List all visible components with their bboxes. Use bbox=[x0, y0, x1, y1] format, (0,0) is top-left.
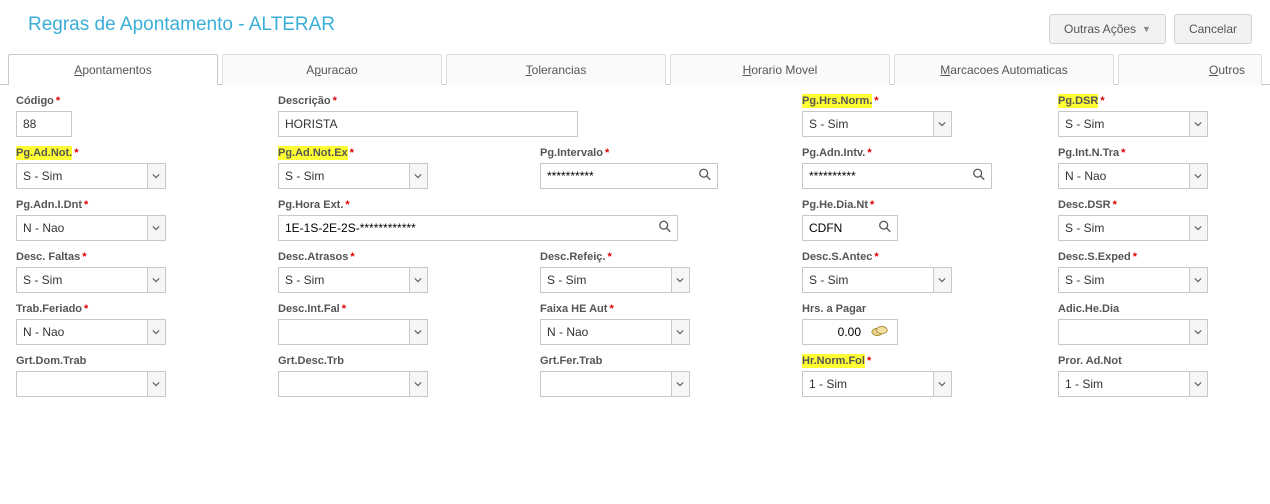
desc-atrasos-label: Desc.Atrasos bbox=[278, 251, 540, 263]
adic-he-dia-label: Adic.He.Dia bbox=[1058, 303, 1254, 315]
search-icon[interactable] bbox=[658, 220, 672, 237]
pg-adn-i-dnt-label: Pg.Adn.I.Dnt bbox=[16, 199, 278, 211]
adic-he-dia-input[interactable] bbox=[1058, 319, 1189, 345]
grt-dom-trab-input[interactable] bbox=[16, 371, 147, 397]
grt-fer-trab-label: Grt.Fer.Trab bbox=[540, 355, 802, 367]
pror-ad-not-label: Pror. Ad.Not bbox=[1058, 355, 1254, 367]
descricao-input[interactable] bbox=[278, 111, 578, 137]
desc-s-antec-label: Desc.S.Antec bbox=[802, 251, 1058, 263]
desc-s-exped-input[interactable] bbox=[1058, 267, 1189, 293]
pg-ad-not-ex-label: Pg.Ad.Not.Ex bbox=[278, 147, 540, 159]
tab-horario-movel[interactable]: Horario Movel bbox=[670, 54, 890, 85]
pg-dsr-dropdown[interactable] bbox=[1189, 111, 1208, 137]
codigo-label: Código bbox=[16, 95, 278, 107]
pg-ad-not-input[interactable] bbox=[16, 163, 147, 189]
desc-dsr-input[interactable] bbox=[1058, 215, 1189, 241]
pg-intervalo-label: Pg.Intervalo bbox=[540, 147, 802, 159]
pg-ad-not-dropdown[interactable] bbox=[147, 163, 166, 189]
desc-s-exped-label: Desc.S.Exped bbox=[1058, 251, 1254, 263]
pg-hrs-norm-label: Pg.Hrs.Norm. bbox=[802, 95, 1058, 107]
pg-hrs-norm-dropdown[interactable] bbox=[933, 111, 952, 137]
hrs-a-pagar-label: Hrs. a Pagar bbox=[802, 303, 1058, 315]
faixa-he-aut-dropdown[interactable] bbox=[671, 319, 690, 345]
hrs-a-pagar-input[interactable] bbox=[803, 320, 867, 344]
cancelar-label: Cancelar bbox=[1189, 22, 1237, 36]
hr-norm-fol-dropdown[interactable] bbox=[933, 371, 952, 397]
pg-dsr-label: Pg.DSR bbox=[1058, 95, 1254, 107]
pg-ad-not-ex-input[interactable] bbox=[278, 163, 409, 189]
pg-dsr-input[interactable] bbox=[1058, 111, 1189, 137]
outras-acoes-label: Outras Ações bbox=[1064, 22, 1136, 36]
desc-int-fal-dropdown[interactable] bbox=[409, 319, 428, 345]
pror-ad-not-input[interactable] bbox=[1058, 371, 1189, 397]
desc-refeic-label: Desc.Refeiç. bbox=[540, 251, 802, 263]
tab-marcacoes-automaticas[interactable]: Marcacoes Automaticas bbox=[894, 54, 1114, 85]
codigo-input[interactable] bbox=[16, 111, 72, 137]
desc-refeic-dropdown[interactable] bbox=[671, 267, 690, 293]
grt-fer-trab-input[interactable] bbox=[540, 371, 671, 397]
pg-ad-not-label: Pg.Ad.Not. bbox=[16, 147, 278, 159]
pg-hora-ext-input[interactable] bbox=[278, 215, 678, 241]
grt-dom-trab-label: Grt.Dom.Trab bbox=[16, 355, 278, 367]
faixa-he-aut-input[interactable] bbox=[540, 319, 671, 345]
grt-desc-trb-label: Grt.Desc.Trb bbox=[278, 355, 540, 367]
desc-atrasos-input[interactable] bbox=[278, 267, 409, 293]
pg-int-n-tra-label: Pg.Int.N.Tra bbox=[1058, 147, 1254, 159]
chevron-down-icon: ▼ bbox=[1142, 24, 1151, 34]
trab-feriado-label: Trab.Feriado bbox=[16, 303, 278, 315]
search-icon[interactable] bbox=[878, 220, 892, 237]
grt-dom-trab-dropdown[interactable] bbox=[147, 371, 166, 397]
search-icon[interactable] bbox=[698, 168, 712, 185]
desc-dsr-label: Desc.DSR bbox=[1058, 199, 1254, 211]
outras-acoes-button[interactable]: Outras Ações ▼ bbox=[1049, 14, 1166, 44]
pg-int-n-tra-dropdown[interactable] bbox=[1189, 163, 1208, 189]
descricao-label: Descrição bbox=[278, 95, 802, 107]
search-icon[interactable] bbox=[972, 168, 986, 185]
pg-intervalo-input[interactable] bbox=[540, 163, 718, 189]
desc-faltas-input[interactable] bbox=[16, 267, 147, 293]
cancelar-button[interactable]: Cancelar bbox=[1174, 14, 1252, 44]
faixa-he-aut-label: Faixa HE Aut bbox=[540, 303, 802, 315]
desc-s-antec-dropdown[interactable] bbox=[933, 267, 952, 293]
desc-atrasos-dropdown[interactable] bbox=[409, 267, 428, 293]
desc-faltas-label: Desc. Faltas bbox=[16, 251, 278, 263]
desc-int-fal-input[interactable] bbox=[278, 319, 409, 345]
desc-s-exped-dropdown[interactable] bbox=[1189, 267, 1208, 293]
pg-adn-i-dnt-input[interactable] bbox=[16, 215, 147, 241]
hr-norm-fol-label: Hr.Norm.Fol bbox=[802, 355, 1058, 367]
trab-feriado-input[interactable] bbox=[16, 319, 147, 345]
pg-ad-not-ex-dropdown[interactable] bbox=[409, 163, 428, 189]
pror-ad-not-dropdown[interactable] bbox=[1189, 371, 1208, 397]
tab-apuracao[interactable]: Apuracao bbox=[222, 54, 442, 85]
pg-int-n-tra-input[interactable] bbox=[1058, 163, 1189, 189]
pg-hora-ext-label: Pg.Hora Ext. bbox=[278, 199, 802, 211]
tab-bar: Apontamentos Apuracao Tolerancias Horari… bbox=[0, 54, 1270, 85]
desc-faltas-dropdown[interactable] bbox=[147, 267, 166, 293]
pg-he-dia-nt-label: Pg.He.Dia.Nt bbox=[802, 199, 1058, 211]
grt-fer-trab-dropdown[interactable] bbox=[671, 371, 690, 397]
page-title: Regras de Apontamento - ALTERAR bbox=[28, 14, 335, 36]
desc-refeic-input[interactable] bbox=[540, 267, 671, 293]
grt-desc-trb-dropdown[interactable] bbox=[409, 371, 428, 397]
pg-hrs-norm-input[interactable] bbox=[802, 111, 933, 137]
pg-adn-i-dnt-dropdown[interactable] bbox=[147, 215, 166, 241]
trab-feriado-dropdown[interactable] bbox=[147, 319, 166, 345]
tab-outros[interactable]: Outros bbox=[1118, 54, 1262, 85]
hr-norm-fol-input[interactable] bbox=[802, 371, 933, 397]
pg-adn-intv-label: Pg.Adn.Intv. bbox=[802, 147, 1058, 159]
tab-tolerancias[interactable]: Tolerancias bbox=[446, 54, 666, 85]
currency-icon bbox=[871, 324, 889, 341]
pg-adn-intv-input[interactable] bbox=[802, 163, 992, 189]
adic-he-dia-dropdown[interactable] bbox=[1189, 319, 1208, 345]
desc-int-fal-label: Desc.Int.Fal bbox=[278, 303, 540, 315]
grt-desc-trb-input[interactable] bbox=[278, 371, 409, 397]
desc-s-antec-input[interactable] bbox=[802, 267, 933, 293]
desc-dsr-dropdown[interactable] bbox=[1189, 215, 1208, 241]
tab-apontamentos[interactable]: Apontamentos bbox=[8, 54, 218, 85]
